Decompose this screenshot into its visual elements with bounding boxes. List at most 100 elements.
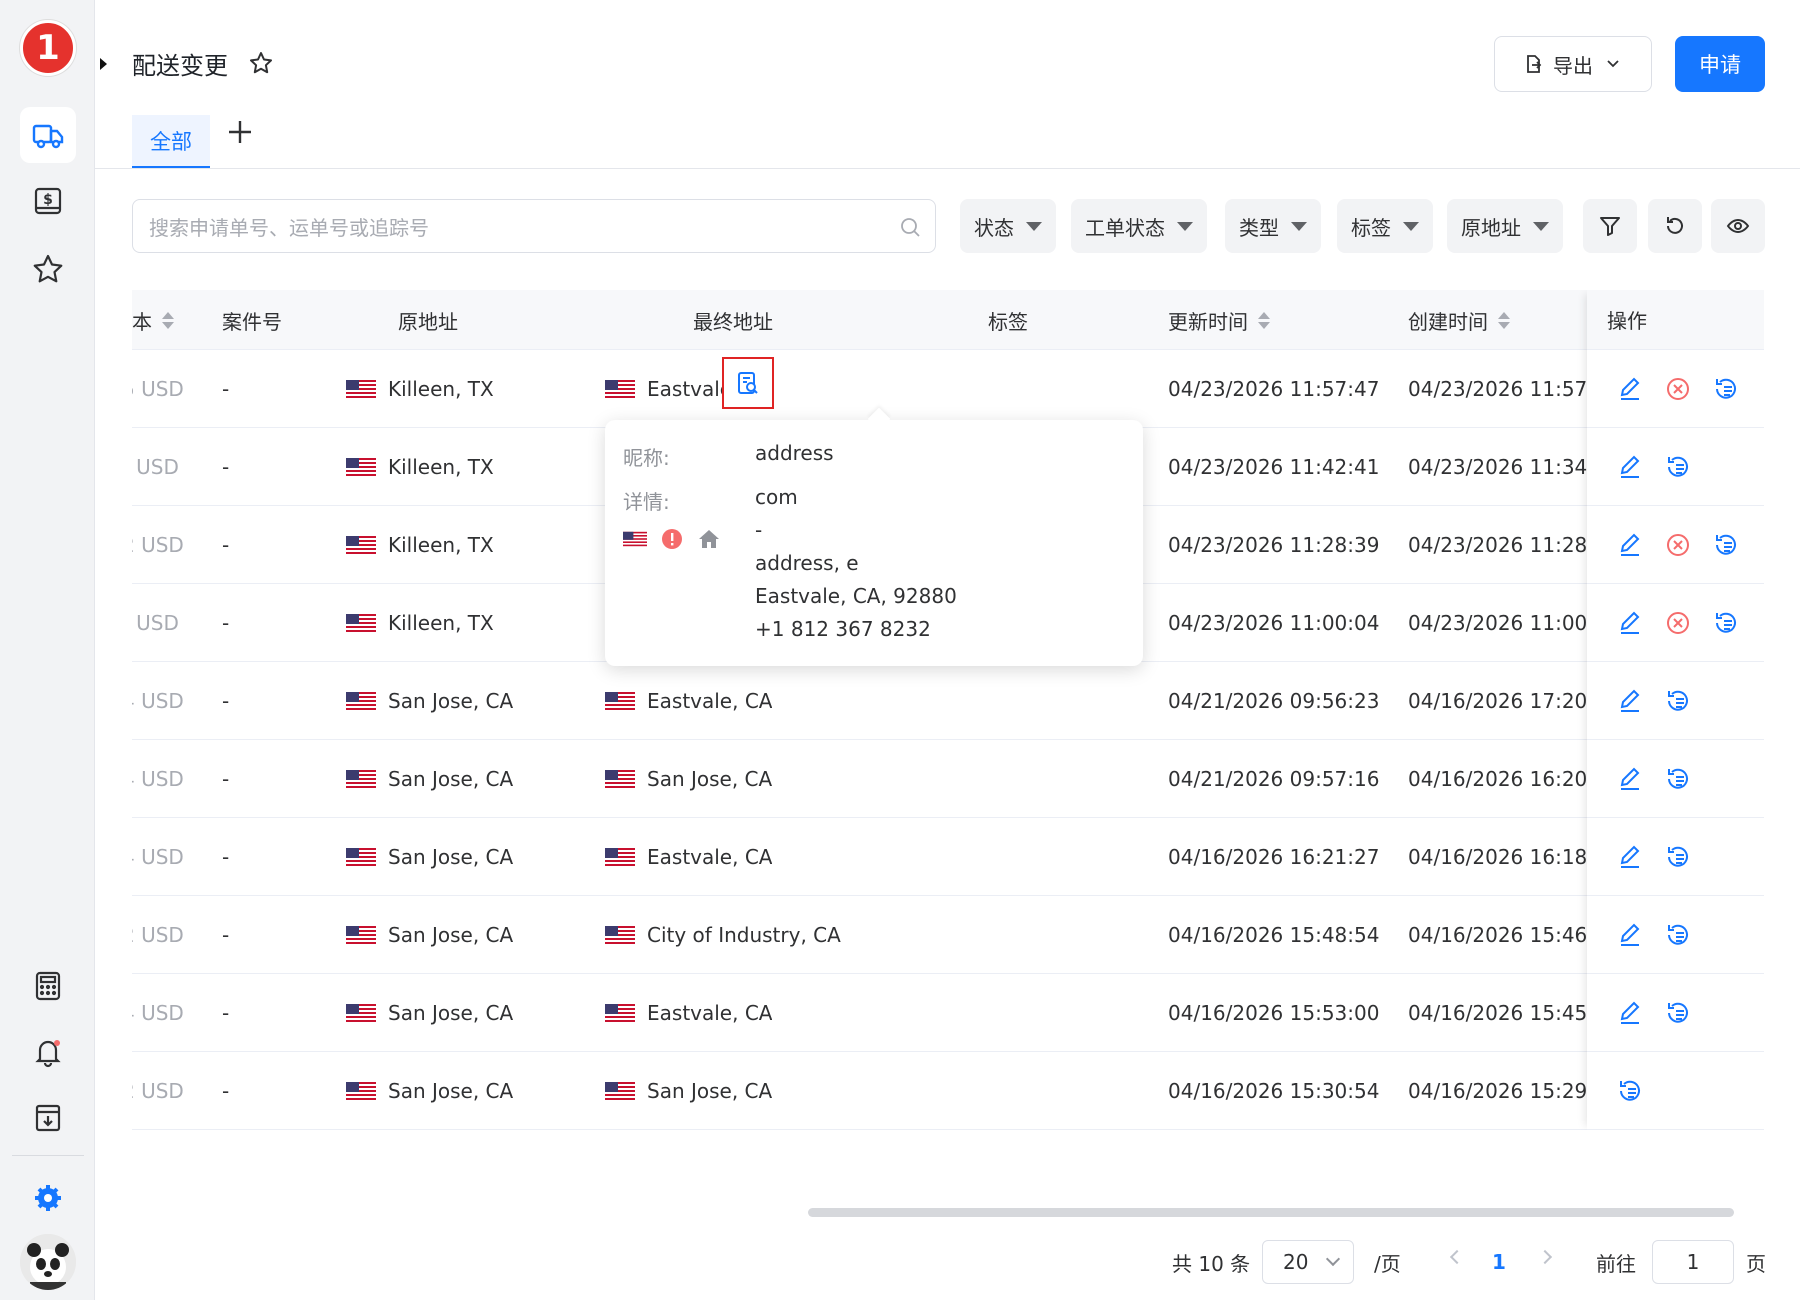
sort-icon[interactable] <box>1258 311 1270 329</box>
prev-page-icon[interactable] <box>1449 1249 1465 1265</box>
case-no-cell: - <box>222 455 230 479</box>
col-cost[interactable]: 本 <box>132 290 174 350</box>
edit-pencil-icon[interactable] <box>1617 532 1643 558</box>
download-box-icon[interactable] <box>20 1090 76 1146</box>
edit-pencil-icon[interactable] <box>1617 766 1643 792</box>
filter-status[interactable]: 状态 <box>960 199 1056 253</box>
filter-type[interactable]: 类型 <box>1225 199 1321 253</box>
created-cell: 04/16/2026 15:46:0 <box>1408 923 1587 947</box>
edit-pencil-icon[interactable] <box>1617 688 1643 714</box>
export-button[interactable]: 导出 <box>1494 36 1652 92</box>
sort-icon[interactable] <box>162 311 174 329</box>
table-row[interactable]: 2 USD - San Jose, CA San Jose, CA 04/16/2026… <box>132 1052 1764 1130</box>
sort-icon[interactable] <box>1498 311 1510 329</box>
cancel-circle-icon[interactable] <box>1665 610 1691 636</box>
updated-cell: 04/16/2026 15:30:54 <box>1168 1079 1380 1103</box>
apply-button[interactable]: 申请 <box>1675 36 1765 92</box>
updated-cell: 04/16/2026 16:21:27 <box>1168 845 1380 869</box>
edit-pencil-icon[interactable] <box>1617 376 1643 402</box>
origin-cell: San Jose, CA <box>346 818 513 896</box>
table-row[interactable]: 4 USD - San Jose, CA Eastvale, CA 04/16/2026… <box>132 818 1764 896</box>
advanced-filter-button[interactable] <box>1583 199 1637 253</box>
case-no-cell: - <box>222 767 230 791</box>
created-cell: 04/16/2026 15:45:0 <box>1408 1001 1587 1025</box>
table-row[interactable]: 2 USD - San Jose, CA City of Industry, CA 04… <box>132 896 1764 974</box>
col-created[interactable]: 创建时间 <box>1408 290 1510 350</box>
row-actions <box>1617 974 1713 1052</box>
chevron-down-icon <box>1326 1251 1341 1267</box>
search-input[interactable]: 搜索申请单号、运单号或追踪号 <box>132 199 936 253</box>
history-log-icon[interactable] <box>1713 376 1739 402</box>
cancel-circle-icon[interactable] <box>1665 532 1691 558</box>
history-log-icon[interactable] <box>1665 454 1691 480</box>
table-row[interactable]: 4 USD - San Jose, CA San Jose, CA 04/21/2026… <box>132 740 1764 818</box>
us-flag-icon <box>346 458 376 476</box>
edit-pencil-icon[interactable] <box>1617 454 1643 480</box>
history-log-icon[interactable] <box>1665 1000 1691 1026</box>
table-row[interactable]: 5 USD-Killeen, TXEastvale, CA04/23/2026 … <box>132 350 1764 428</box>
table-row[interactable]: 4 USD - San Jose, CA Eastvale, CA 04/16/2026… <box>132 974 1764 1052</box>
table-row[interactable]: 4 USD - San Jose, CA Eastvale, CA 04/21/2026… <box>132 662 1764 740</box>
notification-bell-icon[interactable] <box>20 1024 76 1080</box>
address-detail-icon <box>738 372 758 394</box>
search-icon[interactable] <box>899 216 921 238</box>
history-log-icon[interactable] <box>1713 610 1739 636</box>
history-log-icon[interactable] <box>1665 766 1691 792</box>
us-flag-icon <box>623 531 647 547</box>
us-flag-icon <box>346 692 376 710</box>
caret-down-icon <box>1026 221 1042 231</box>
export-label: 导出 <box>1553 53 1593 78</box>
table-header: 本 案件号 原地址 最终地址 标签 更新时间 创建时间 <box>132 290 1764 350</box>
filter-origin-address[interactable]: 原地址 <box>1447 199 1563 253</box>
shipping-truck-icon[interactable] <box>20 107 76 163</box>
next-page-icon[interactable] <box>1537 1249 1553 1265</box>
edit-pencil-icon[interactable] <box>1617 1000 1643 1026</box>
row-divider <box>1587 1129 1764 1130</box>
updated-cell: 04/23/2026 11:57:47 <box>1168 377 1380 401</box>
current-page[interactable]: 1 <box>1492 1240 1506 1284</box>
popover-icons <box>623 528 721 550</box>
history-log-icon[interactable] <box>1713 532 1739 558</box>
favorite-star-icon[interactable] <box>248 50 274 76</box>
horizontal-scrollbar[interactable] <box>808 1208 1734 1217</box>
updated-cell: 04/16/2026 15:48:54 <box>1168 923 1380 947</box>
row-actions <box>1617 896 1713 974</box>
history-log-icon[interactable] <box>1665 688 1691 714</box>
sidebar-collapse-toggle[interactable] <box>95 48 111 80</box>
filter-origin-label: 原地址 <box>1461 215 1521 240</box>
favorites-star-icon[interactable] <box>20 241 76 297</box>
per-page-label: /页 <box>1374 1251 1401 1276</box>
address-detail-button[interactable] <box>722 357 774 409</box>
calculator-icon[interactable] <box>20 958 76 1014</box>
column-visibility-button[interactable] <box>1711 199 1765 253</box>
final-text: San Jose, CA <box>647 767 773 791</box>
filter-status-label: 状态 <box>974 215 1014 240</box>
filter-tags[interactable]: 标签 <box>1337 199 1433 253</box>
updated-cell: 04/16/2026 15:53:00 <box>1168 1001 1380 1025</box>
edit-pencil-icon[interactable] <box>1617 610 1643 636</box>
tab-all[interactable]: 全部 <box>132 115 210 169</box>
history-log-icon[interactable] <box>1665 922 1691 948</box>
edit-pencil-icon[interactable] <box>1617 844 1643 870</box>
us-flag-icon <box>346 848 376 866</box>
case-no-cell: - <box>222 845 230 869</box>
history-log-icon[interactable] <box>1665 844 1691 870</box>
refresh-button[interactable] <box>1648 199 1702 253</box>
billing-dollar-icon[interactable]: $ <box>20 174 76 230</box>
case-no-cell: - <box>222 533 230 557</box>
cancel-circle-icon[interactable] <box>1665 376 1691 402</box>
page-size-select[interactable]: 20 <box>1262 1240 1354 1284</box>
app-logo[interactable]: 1 <box>20 20 76 76</box>
history-log-icon[interactable] <box>1617 1078 1643 1104</box>
page-title: 配送变更 <box>132 52 228 80</box>
origin-cell: San Jose, CA <box>346 662 513 740</box>
export-file-icon <box>1527 55 1542 73</box>
col-updated[interactable]: 更新时间 <box>1168 290 1270 350</box>
add-tab-plus-icon[interactable] <box>226 118 254 146</box>
user-avatar[interactable] <box>20 1234 76 1290</box>
origin-text: San Jose, CA <box>388 689 514 713</box>
settings-gear-icon[interactable] <box>20 1170 76 1226</box>
edit-pencil-icon[interactable] <box>1617 922 1643 948</box>
goto-page-input[interactable]: 1 <box>1652 1240 1734 1284</box>
filter-ticket-status[interactable]: 工单状态 <box>1071 199 1207 253</box>
